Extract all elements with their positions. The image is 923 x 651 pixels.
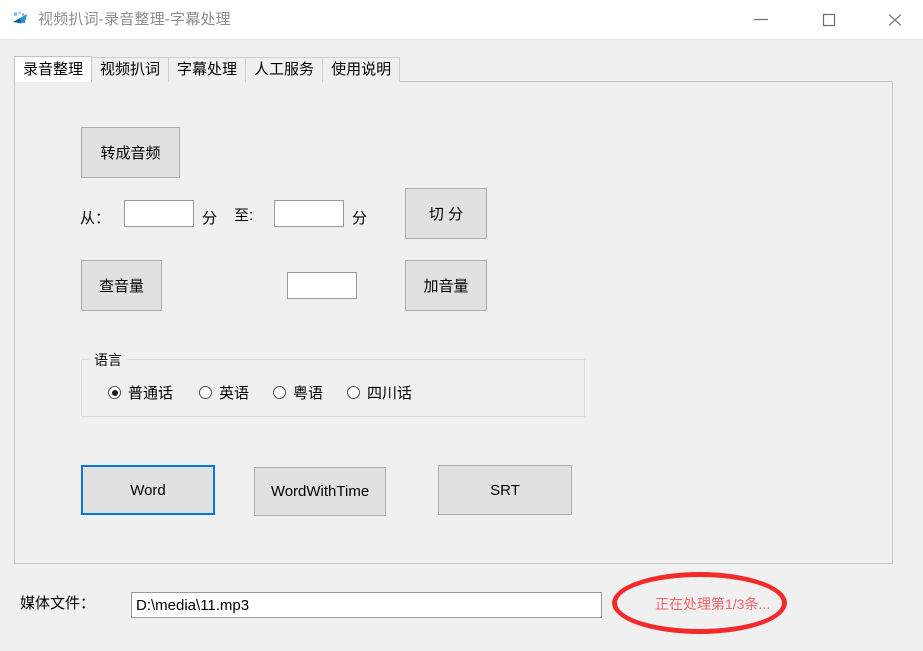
to-unit-label: 分 [352,210,368,227]
language-groupbox: 语言 普通话 英语 粤语 四川话 [81,350,585,417]
tab-recording-organize[interactable]: 录音整理 [14,56,93,82]
minimize-icon [754,18,768,21]
to-label: 至: [234,207,254,224]
radio-english[interactable]: 英语 [199,382,249,403]
add-volume-button[interactable]: 加音量 [405,260,487,311]
tab-subtitle-process[interactable]: 字幕处理 [168,57,247,82]
export-srt-button[interactable]: SRT [438,465,572,515]
radio-dot-icon [199,386,212,399]
title-bar: 视频扒词-录音整理-字幕处理 [0,0,923,40]
from-label: 从： [80,210,111,227]
window-title: 视频扒词-录音整理-字幕处理 [38,11,231,28]
radio-dot-icon [108,386,121,399]
radio-dot-icon [347,386,360,399]
export-wordwithtime-button[interactable]: WordWithTime [254,467,386,516]
maximize-icon [822,13,836,27]
tab-manual-service[interactable]: 人工服务 [245,57,324,82]
radio-english-label: 英语 [219,385,250,402]
export-word-button[interactable]: Word [81,465,215,515]
radio-cantonese-label: 粤语 [293,385,324,402]
radio-sichuanese-label: 四川话 [367,385,413,402]
radio-cantonese[interactable]: 粤语 [273,382,323,403]
from-minute-input[interactable] [124,200,194,227]
language-group-title: 语言 [90,350,126,370]
volume-input[interactable] [287,272,357,299]
check-volume-button[interactable]: 查音量 [81,260,162,311]
close-button[interactable] [872,0,918,39]
tab-bar: 录音整理 视频扒词 字幕处理 人工服务 使用说明 [14,56,401,82]
media-file-input[interactable] [131,592,602,618]
minimize-button[interactable] [738,0,784,39]
radio-mandarin-label: 普通话 [128,385,174,402]
maximize-button[interactable] [806,0,852,39]
radio-mandarin[interactable]: 普通话 [108,382,173,403]
video-app-icon [13,11,27,24]
convert-to-audio-button[interactable]: 转成音频 [81,127,180,178]
split-button[interactable]: 切 分 [405,188,487,239]
status-message: 正在处理第1/3条... [655,596,771,612]
to-minute-input[interactable] [274,200,344,227]
radio-sichuanese[interactable]: 四川话 [347,382,412,403]
from-unit-label: 分 [202,210,218,227]
tab-panel-recording-organize: 转成音频 从： 分 至: 分 切 分 查音量 加音量 语言 普通话 英语 粤语 … [14,81,893,564]
radio-dot-icon [273,386,286,399]
close-icon [888,14,902,26]
media-file-label: 媒体文件： [20,595,96,612]
tab-instructions[interactable]: 使用说明 [322,57,401,82]
tab-video-transcribe[interactable]: 视频扒词 [91,57,170,82]
